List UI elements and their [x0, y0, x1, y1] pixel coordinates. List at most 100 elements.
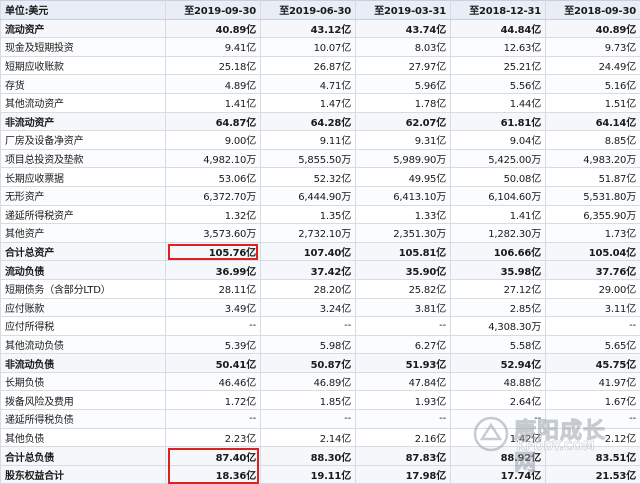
row-label: 应付账款: [1, 298, 166, 317]
row-value: --: [261, 317, 356, 336]
row-label: 其他流动资产: [1, 93, 166, 112]
row-value: 64.14亿: [546, 112, 640, 131]
period-header: 至2018-12-31: [451, 1, 546, 20]
row-value: 8.03亿: [356, 38, 451, 57]
period-header: 至2019-09-30: [166, 1, 261, 20]
table-row: 应付账款3.49亿3.24亿3.81亿2.85亿3.11亿: [1, 298, 640, 317]
row-value: 5.16亿: [546, 75, 640, 94]
row-value: 2.64亿: [451, 391, 546, 410]
row-value: 9.00亿: [166, 131, 261, 150]
row-value: 5.58亿: [451, 335, 546, 354]
row-value: 5,989.90万: [356, 149, 451, 168]
table-row: 流动资产40.89亿43.12亿43.74亿44.84亿40.89亿: [1, 19, 640, 38]
row-value: 9.41亿: [166, 38, 261, 57]
row-value: 35.98亿: [451, 261, 546, 280]
row-value: 12.63亿: [451, 38, 546, 57]
balance-sheet-table: 单位:美元 至2019-09-30 至2019-06-30 至2019-03-3…: [0, 0, 640, 484]
row-value: 1.93亿: [356, 391, 451, 410]
table-body: 流动资产40.89亿43.12亿43.74亿44.84亿40.89亿现金及短期投…: [1, 19, 640, 484]
row-value: 64.28亿: [261, 112, 356, 131]
row-value: --: [261, 410, 356, 429]
row-value: 6,372.70万: [166, 186, 261, 205]
row-value: 1.32亿: [166, 205, 261, 224]
table-row: 递延所得税资产1.32亿1.35亿1.33亿1.41亿6,355.90万: [1, 205, 640, 224]
table-row: 厂房及设备净资产9.00亿9.11亿9.31亿9.04亿8.85亿: [1, 131, 640, 150]
row-value: 88.30亿: [261, 447, 356, 466]
row-value: 105.81亿: [356, 242, 451, 261]
row-value: 9.73亿: [546, 38, 640, 57]
row-label: 股东权益合计: [1, 465, 166, 484]
row-value: 1.67亿: [546, 391, 640, 410]
row-value: 1.41亿: [451, 205, 546, 224]
row-value: 1.42亿: [451, 428, 546, 447]
table-row: 短期应收账款25.18亿26.87亿27.97亿25.21亿24.49亿: [1, 56, 640, 75]
row-value: 1.33亿: [356, 205, 451, 224]
row-value: 9.11亿: [261, 131, 356, 150]
table-row: 其他资产3,573.60万2,732.10万2,351.30万1,282.30万…: [1, 224, 640, 243]
table-row: 应付所得税------4,308.30万--: [1, 317, 640, 336]
total-assets-highlight: [168, 244, 258, 261]
row-value: --: [546, 317, 640, 336]
table-row: 长期负债46.46亿46.89亿47.84亿48.88亿41.97亿: [1, 372, 640, 391]
row-value: 37.42亿: [261, 261, 356, 280]
row-value: 62.07亿: [356, 112, 451, 131]
row-value: 52.94亿: [451, 354, 546, 373]
row-label: 存货: [1, 75, 166, 94]
row-value: 45.75亿: [546, 354, 640, 373]
table-header-row: 单位:美元 至2019-09-30 至2019-06-30 至2019-03-3…: [1, 1, 640, 20]
row-value: 4.71亿: [261, 75, 356, 94]
highlighted-value: 87.40亿: [166, 447, 261, 466]
table-row: 现金及短期投资9.41亿10.07亿8.03亿12.63亿9.73亿: [1, 38, 640, 57]
row-value: 2.12亿: [546, 428, 640, 447]
table-row: 其他负债2.23亿2.14亿2.16亿1.42亿2.12亿: [1, 428, 640, 447]
row-value: 61.81亿: [451, 112, 546, 131]
row-value: 1,282.30万: [451, 224, 546, 243]
row-value: 9.31亿: [356, 131, 451, 150]
row-value: 6,444.90万: [261, 186, 356, 205]
row-label: 合计总资产: [1, 242, 166, 261]
row-label: 应付所得税: [1, 317, 166, 336]
row-value: 1.47亿: [261, 93, 356, 112]
row-value: 88.92亿: [451, 447, 546, 466]
table-row: 合计总资产105.76亿107.40亿105.81亿106.66亿105.04亿: [1, 242, 640, 261]
row-value: 51.93亿: [356, 354, 451, 373]
row-value: 1.35亿: [261, 205, 356, 224]
row-value: 40.89亿: [166, 19, 261, 38]
row-value: 52.32亿: [261, 168, 356, 187]
row-value: 44.84亿: [451, 19, 546, 38]
row-value: 29.00亿: [546, 279, 640, 298]
table-row: 其他流动负债5.39亿5.98亿6.27亿5.58亿5.65亿: [1, 335, 640, 354]
row-value: --: [546, 410, 640, 429]
highlighted-value: 105.76亿: [166, 242, 261, 261]
row-value: --: [356, 410, 451, 429]
row-value: 1.78亿: [356, 93, 451, 112]
row-value: 3.24亿: [261, 298, 356, 317]
row-value: 17.74亿: [451, 465, 546, 484]
row-label: 流动资产: [1, 19, 166, 38]
row-value: 6,104.60万: [451, 186, 546, 205]
row-value: 17.98亿: [356, 465, 451, 484]
row-value: 6.27亿: [356, 335, 451, 354]
table-row: 合计总负债87.40亿88.30亿87.83亿88.92亿83.51亿: [1, 447, 640, 466]
row-label: 拨备风险及费用: [1, 391, 166, 410]
row-value: 25.21亿: [451, 56, 546, 75]
row-value: 27.12亿: [451, 279, 546, 298]
row-value: 37.76亿: [546, 261, 640, 280]
row-value: 10.07亿: [261, 38, 356, 57]
highlighted-value: 18.36亿: [166, 465, 261, 484]
row-value: 41.97亿: [546, 372, 640, 391]
row-value: 2,732.10万: [261, 224, 356, 243]
row-value: 43.12亿: [261, 19, 356, 38]
row-value: --: [451, 410, 546, 429]
row-value: 5,425.00万: [451, 149, 546, 168]
row-value: 53.06亿: [166, 168, 261, 187]
row-value: --: [166, 317, 261, 336]
row-value: 106.66亿: [451, 242, 546, 261]
table-row: 流动负债36.99亿37.42亿35.90亿35.98亿37.76亿: [1, 261, 640, 280]
row-value: 2.14亿: [261, 428, 356, 447]
row-value: 3.81亿: [356, 298, 451, 317]
table-row: 递延所得税负债----------: [1, 410, 640, 429]
row-value: 107.40亿: [261, 242, 356, 261]
row-value: 1.85亿: [261, 391, 356, 410]
table-row: 非流动资产64.87亿64.28亿62.07亿61.81亿64.14亿: [1, 112, 640, 131]
